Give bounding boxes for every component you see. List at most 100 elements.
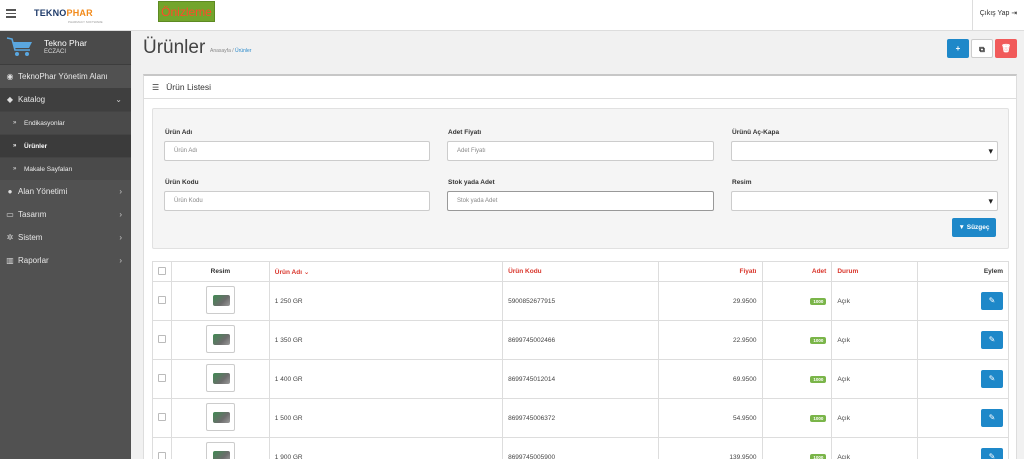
chevron-right-icon: › (119, 256, 122, 265)
row-checkbox[interactable] (158, 374, 166, 382)
sidebar-item-dashboard[interactable]: ◉ TeknoPhar Yönetim Alanı (0, 65, 131, 88)
row-checkbox[interactable] (158, 296, 166, 304)
product-name-input[interactable]: Ürün Adı (164, 141, 430, 161)
sidebar-item-area-management[interactable]: ● Alan Yönetimi › (0, 180, 131, 203)
copy-button[interactable]: ⧉ (971, 39, 993, 58)
menu-toggle-icon[interactable] (6, 9, 16, 19)
double-chevron-icon: » (13, 120, 17, 126)
row-select-cell (152, 359, 172, 399)
edit-button[interactable]: ✎ (981, 292, 1003, 310)
plus-icon: + (955, 44, 961, 53)
quantity-cell: 1000 (761, 281, 833, 321)
add-product-button[interactable]: + (947, 39, 969, 58)
profile-block: Tekno Phar ECZACI (0, 31, 131, 65)
product-code-input[interactable]: Ürün Kodu (164, 191, 430, 211)
sign-out-icon: ⇥ (1011, 10, 1018, 17)
column-image: Resim (171, 261, 270, 282)
panel-title: Ürün Listesi (166, 82, 212, 92)
double-chevron-icon: » (13, 143, 17, 149)
action-cell: ✎ (917, 320, 1009, 360)
table-header-row: Resim Ürün Adı ⌄ Ürün Kodu Fiyatı Adet D… (152, 261, 1009, 282)
quantity-badge: 1000 (810, 375, 827, 383)
logout-button[interactable]: Çıkış Yap ⇥ (972, 0, 1024, 31)
table-row: 1 250 GR 5900852677915 29.9500 1000 Açık… (152, 281, 1009, 321)
breadcrumb-products[interactable]: Ürünler (235, 48, 251, 54)
row-select-cell (152, 281, 172, 321)
product-image-cell (171, 437, 270, 459)
stock-input[interactable]: Stok yada Adet (447, 191, 714, 211)
quantity-cell: 1000 (761, 437, 833, 459)
pencil-icon: ✎ (988, 413, 996, 422)
row-checkbox[interactable] (158, 335, 166, 343)
row-checkbox[interactable] (158, 413, 166, 421)
product-name-label: Ürün Adı (165, 129, 193, 136)
edit-button[interactable]: ✎ (981, 370, 1003, 388)
panel-heading: ☰ Ürün Listesi (144, 76, 1016, 99)
sidebar-item-design[interactable]: ▭ Tasarım › (0, 203, 131, 226)
edit-button[interactable]: ✎ (981, 409, 1003, 427)
delete-button[interactable]: 🗑 (995, 39, 1017, 58)
sidebar-item-reports[interactable]: ▥ Raporlar › (0, 249, 131, 272)
filter-button-label: Süzgeç (966, 224, 990, 231)
product-code-cell: 8699745006372 (502, 398, 659, 438)
column-status[interactable]: Durum (831, 261, 919, 282)
logo[interactable]: TEKNOPHAR (34, 8, 93, 18)
product-table: Resim Ürün Adı ⌄ Ürün Kodu Fiyatı Adet D… (152, 261, 1009, 459)
filter-button[interactable]: ▼ Süzgeç (952, 218, 996, 237)
sidebar-item-label: TeknoPhar Yönetim Alanı (18, 72, 108, 81)
sidebar-item-system[interactable]: ✲ Sistem › (0, 226, 131, 249)
product-image-cell (171, 398, 270, 438)
row-checkbox[interactable] (158, 452, 166, 459)
column-quantity[interactable]: Adet (761, 261, 833, 282)
product-image-cell (171, 281, 270, 321)
action-cell: ✎ (917, 398, 1009, 438)
column-price[interactable]: Fiyatı (657, 261, 763, 282)
sidebar-item-label: Sistem (18, 233, 43, 242)
quantity-cell: 1000 (761, 320, 833, 360)
preview-button[interactable]: Önizleme (158, 1, 215, 22)
pencil-icon: ✎ (988, 335, 996, 344)
edit-button[interactable]: ✎ (981, 331, 1003, 349)
select-all-checkbox[interactable] (158, 266, 166, 275)
sidebar: Tekno Phar ECZACI ◉ TeknoPhar Yönetim Al… (0, 31, 131, 459)
product-name-cell: 1 250 GR (268, 281, 504, 321)
product-toggle-label: Ürünü Aç-Kapa (732, 129, 780, 136)
sidebar-item-products[interactable]: » Ürünler (0, 134, 131, 157)
price-cell: 22.9500 (657, 320, 763, 360)
breadcrumb-home[interactable]: Anasayfa (210, 48, 231, 54)
logo-subtitle: PHARMACY SOFTWARE (68, 20, 103, 24)
profile-role: ECZACI (44, 49, 67, 55)
image-label: Resim (732, 179, 752, 186)
status-cell: Açık (831, 281, 919, 321)
unit-price-input[interactable]: Adet Fiyatı (447, 141, 714, 161)
select-all-cell (152, 261, 172, 282)
quantity-cell: 1000 (761, 398, 833, 438)
action-cell: ✎ (917, 359, 1009, 399)
sidebar-item-catalog[interactable]: ◆ Katalog ⌄ (0, 88, 131, 111)
sidebar-item-indications[interactable]: » Endikasyonlar (0, 111, 131, 134)
product-name-cell: 1 900 GR (268, 437, 504, 459)
product-thumbnail (205, 442, 235, 459)
status-cell: Açık (831, 437, 919, 459)
sidebar-item-articles[interactable]: » Makale Sayfaları (0, 157, 131, 180)
product-code-cell: 8699745012014 (502, 359, 659, 399)
price-cell: 29.9500 (657, 281, 763, 321)
product-name-cell: 1 400 GR (268, 359, 504, 399)
list-icon: ☰ (152, 83, 160, 92)
column-product-name[interactable]: Ürün Adı ⌄ (268, 261, 504, 282)
edit-button[interactable]: ✎ (981, 448, 1003, 459)
logo-text-part2: PHAR (66, 8, 93, 18)
filter-icon: ▼ (958, 224, 965, 231)
table-row: 1 500 GR 8699745006372 54.9500 1000 Açık… (152, 398, 1009, 438)
product-thumbnail (205, 325, 235, 353)
product-toggle-select[interactable] (731, 141, 998, 161)
image-select[interactable] (731, 191, 998, 211)
product-name-cell: 1 350 GR (268, 320, 504, 360)
tags-icon: ◆ (6, 95, 14, 104)
sort-desc-icon: ⌄ (303, 268, 310, 276)
column-product-code[interactable]: Ürün Kodu (502, 261, 659, 282)
quantity-badge: 1000 (810, 414, 827, 422)
unit-price-label: Adet Fiyatı (448, 129, 482, 136)
row-select-cell (152, 437, 172, 459)
bar-chart-icon: ▥ (6, 256, 14, 265)
